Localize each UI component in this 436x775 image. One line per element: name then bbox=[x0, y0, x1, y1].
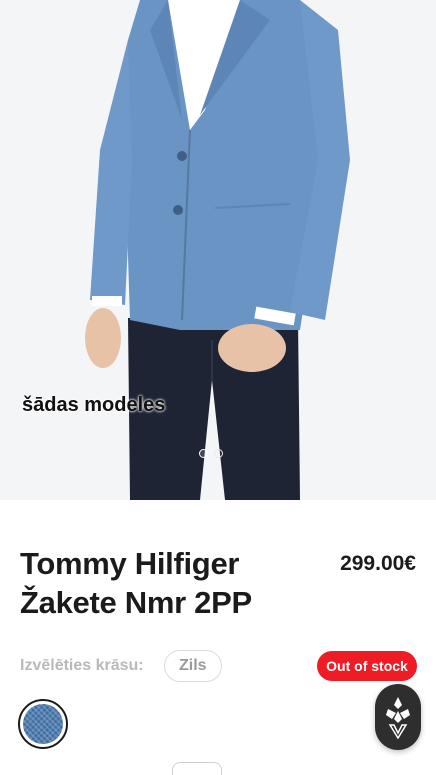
color-option-chip[interactable]: Zils bbox=[164, 650, 222, 682]
stock-status-badge: Out of stock bbox=[317, 651, 417, 681]
carousel-dot-2[interactable] bbox=[214, 449, 223, 458]
color-select-label: Izvēlēties krāsu: bbox=[20, 657, 144, 674]
carousel-dot-1[interactable] bbox=[199, 449, 208, 458]
product-price: 299.00€ bbox=[340, 552, 416, 575]
hero-caption: šādas modeles bbox=[22, 394, 166, 416]
product-image-carousel[interactable]: šādas modeles bbox=[0, 0, 436, 500]
carousel-pagination bbox=[199, 449, 223, 458]
bottom-sheet-handle[interactable] bbox=[172, 762, 222, 775]
product-title: Tommy Hilfiger Žakete Nmr 2PP bbox=[20, 546, 252, 620]
brand-logo-icon bbox=[386, 697, 410, 739]
color-swatch-fill bbox=[23, 704, 63, 744]
color-swatch[interactable] bbox=[18, 699, 68, 749]
floating-action-button[interactable] bbox=[375, 684, 421, 750]
product-photo bbox=[0, 0, 436, 500]
